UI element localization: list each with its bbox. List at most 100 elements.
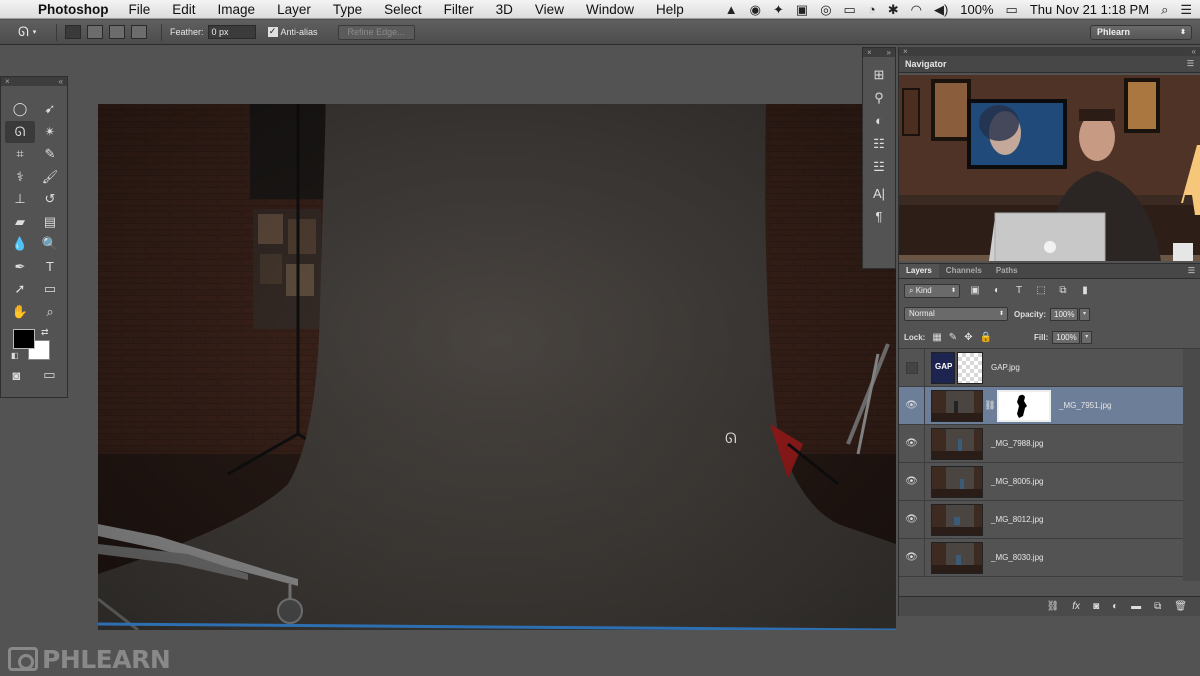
filter-shape-icon[interactable]: ⬚ [1034,285,1048,296]
layer-row[interactable]: 👁 ⛓ _MG_7951.jpg [899,386,1183,425]
visibility-toggle[interactable]: 👁 [899,500,925,539]
paragraph-panel-icon[interactable]: ¶ [863,205,895,228]
add-mask-icon[interactable]: ◙ [1093,601,1099,612]
link-layers-icon[interactable]: ⛓ [1047,601,1060,612]
layer-row[interactable]: 👁 _MG_7988.jpg [899,424,1183,463]
panel-header[interactable]: × « [899,47,1200,56]
clock[interactable]: Thu Nov 21 1:18 PM [1030,2,1149,17]
properties-panel-icon[interactable]: ☷ [863,132,895,155]
blend-mode-select[interactable]: Normal ⬍ [904,307,1008,321]
tools-panel-header[interactable]: × « [1,77,67,86]
lock-image-icon[interactable]: ✎ [949,332,957,343]
notification-center-icon[interactable]: ☰ [1180,2,1192,18]
filter-kind-select[interactable]: ⌕ Kind ⬍ [904,283,960,298]
document-canvas[interactable]: ᘏ [98,104,896,630]
new-group-icon[interactable]: ▬ [1131,601,1141,612]
menu-3d[interactable]: 3D [496,2,513,17]
menu-view[interactable]: View [535,2,564,17]
app-menu[interactable]: Photoshop [38,2,109,17]
spotlight-search-icon[interactable]: ⌕ [1161,2,1168,18]
default-colors-icon[interactable]: ◧ [11,351,19,360]
expand-icon[interactable]: » [887,48,891,57]
link-icon[interactable]: ⛓ [983,400,997,411]
history-panel-icon[interactable]: ⊞ [863,63,895,86]
visibility-toggle[interactable]: 👁 [899,538,925,577]
clone-stamp-tool-icon[interactable]: ⊥ [5,188,35,211]
feather-input[interactable]: 0 px [207,25,256,39]
tab-channels[interactable]: Channels [939,264,989,278]
path-selection-tool-icon[interactable]: ➚ [5,278,35,301]
layer-name[interactable]: _MG_7988.jpg [991,439,1043,448]
menu-select[interactable]: Select [384,2,422,17]
layer-row[interactable]: 👁 _MG_8012.jpg [899,500,1183,539]
opacity-input[interactable]: 100% [1050,307,1079,321]
antialias-checkbox[interactable]: ✓ [267,27,278,37]
layer-name[interactable]: _MG_8012.jpg [991,515,1043,524]
visibility-toggle[interactable] [899,348,925,387]
layer-mask-thumbnail[interactable] [997,389,1051,422]
lock-position-icon[interactable]: ✥ [964,332,972,343]
subtract-from-selection-button[interactable] [109,25,125,39]
shape-tool-icon[interactable]: ▭ [35,278,65,301]
tool-preset-picker[interactable]: ᘏ ▾ [18,24,48,40]
type-tool-icon[interactable]: T [35,256,65,279]
tab-paths[interactable]: Paths [989,264,1025,278]
navigator-tab[interactable]: Navigator ☰ [899,56,1200,73]
visibility-toggle[interactable]: 👁 [899,462,925,501]
layer-row[interactable]: 👁 _MG_8005.jpg [899,462,1183,501]
quick-mask-icon[interactable]: ◙ [12,367,20,383]
gradient-tool-icon[interactable]: ▤ [35,211,65,234]
crop-tool-icon[interactable]: ⌗ [5,143,35,166]
pen-tool-icon[interactable]: ✒ [5,256,35,279]
filter-type-icon[interactable]: T [1012,285,1026,296]
layer-name[interactable]: _MG_8030.jpg [991,553,1043,562]
lasso-tool-icon[interactable]: ᘏ [5,120,35,143]
dock-header[interactable]: ×» [863,48,895,57]
layers-scrollbar[interactable] [1183,349,1200,581]
eye-status-icon[interactable]: ◎ [820,2,831,18]
airplay-icon[interactable]: ▭ [844,2,856,18]
new-selection-button[interactable] [65,25,81,39]
menu-layer[interactable]: Layer [277,2,311,17]
healing-brush-tool-icon[interactable]: ⚕ [5,166,35,189]
evernote-icon[interactable]: ◉ [750,2,761,18]
close-icon[interactable]: × [903,47,908,56]
zoom-tool-icon[interactable]: ⌕ [35,301,65,324]
character-panel-icon[interactable]: A| [863,182,895,205]
screens-icon[interactable]: ▣ [796,2,808,18]
trash-icon[interactable]: 🗑 [1174,601,1187,612]
eyedropper-tool-icon[interactable]: ✎ [35,143,65,166]
filter-smart-object-icon[interactable]: ⧉ [1056,285,1070,296]
opacity-slider-toggle[interactable]: ▾ [1079,307,1091,321]
menu-type[interactable]: Type [333,2,362,17]
menu-edit[interactable]: Edit [172,2,195,17]
lock-transparent-icon[interactable]: ▦ [932,332,941,343]
layer-name[interactable]: _MG_8005.jpg [991,477,1043,486]
adjustment-layer-icon[interactable]: ◐ [1112,601,1118,612]
history-brush-tool-icon[interactable]: ↺ [35,188,65,211]
workspace-switcher[interactable]: Phlearn ⬍ [1090,25,1192,40]
new-layer-icon[interactable]: ⧉ [1154,601,1161,612]
panel-menu-icon[interactable]: ☰ [1187,56,1194,72]
drive-icon[interactable]: ▲ [725,2,738,17]
layer-name[interactable]: GAP.jpg [991,363,1020,372]
dodge-tool-icon[interactable]: 🔍 [35,233,65,256]
eraser-tool-icon[interactable]: ▰ [5,211,35,234]
menu-file[interactable]: File [129,2,151,17]
layer-name[interactable]: _MG_7951.jpg [1059,401,1111,410]
move-tool-icon[interactable]: ➹ [35,98,65,121]
swap-colors-icon[interactable]: ⇄ [41,327,49,338]
foreground-color-swatch[interactable] [13,329,35,349]
menu-image[interactable]: Image [218,2,256,17]
blur-tool-icon[interactable]: 💧 [5,233,35,256]
layer-row[interactable]: 👁 _MG_8030.jpg [899,538,1183,577]
brush-presets-panel-icon[interactable]: ⚲ [863,86,895,109]
screen-mode-icon[interactable]: ▭ [43,367,55,383]
menu-filter[interactable]: Filter [444,2,474,17]
collapse-icon[interactable]: « [59,77,63,86]
wifi-icon[interactable]: ◠ [911,2,922,18]
dropbox-icon[interactable]: ✦ [773,2,784,18]
bluetooth-icon[interactable]: ✱ [888,2,899,18]
fx-icon[interactable]: fx [1072,601,1080,612]
panel-menu-icon[interactable]: ☰ [1188,264,1195,278]
